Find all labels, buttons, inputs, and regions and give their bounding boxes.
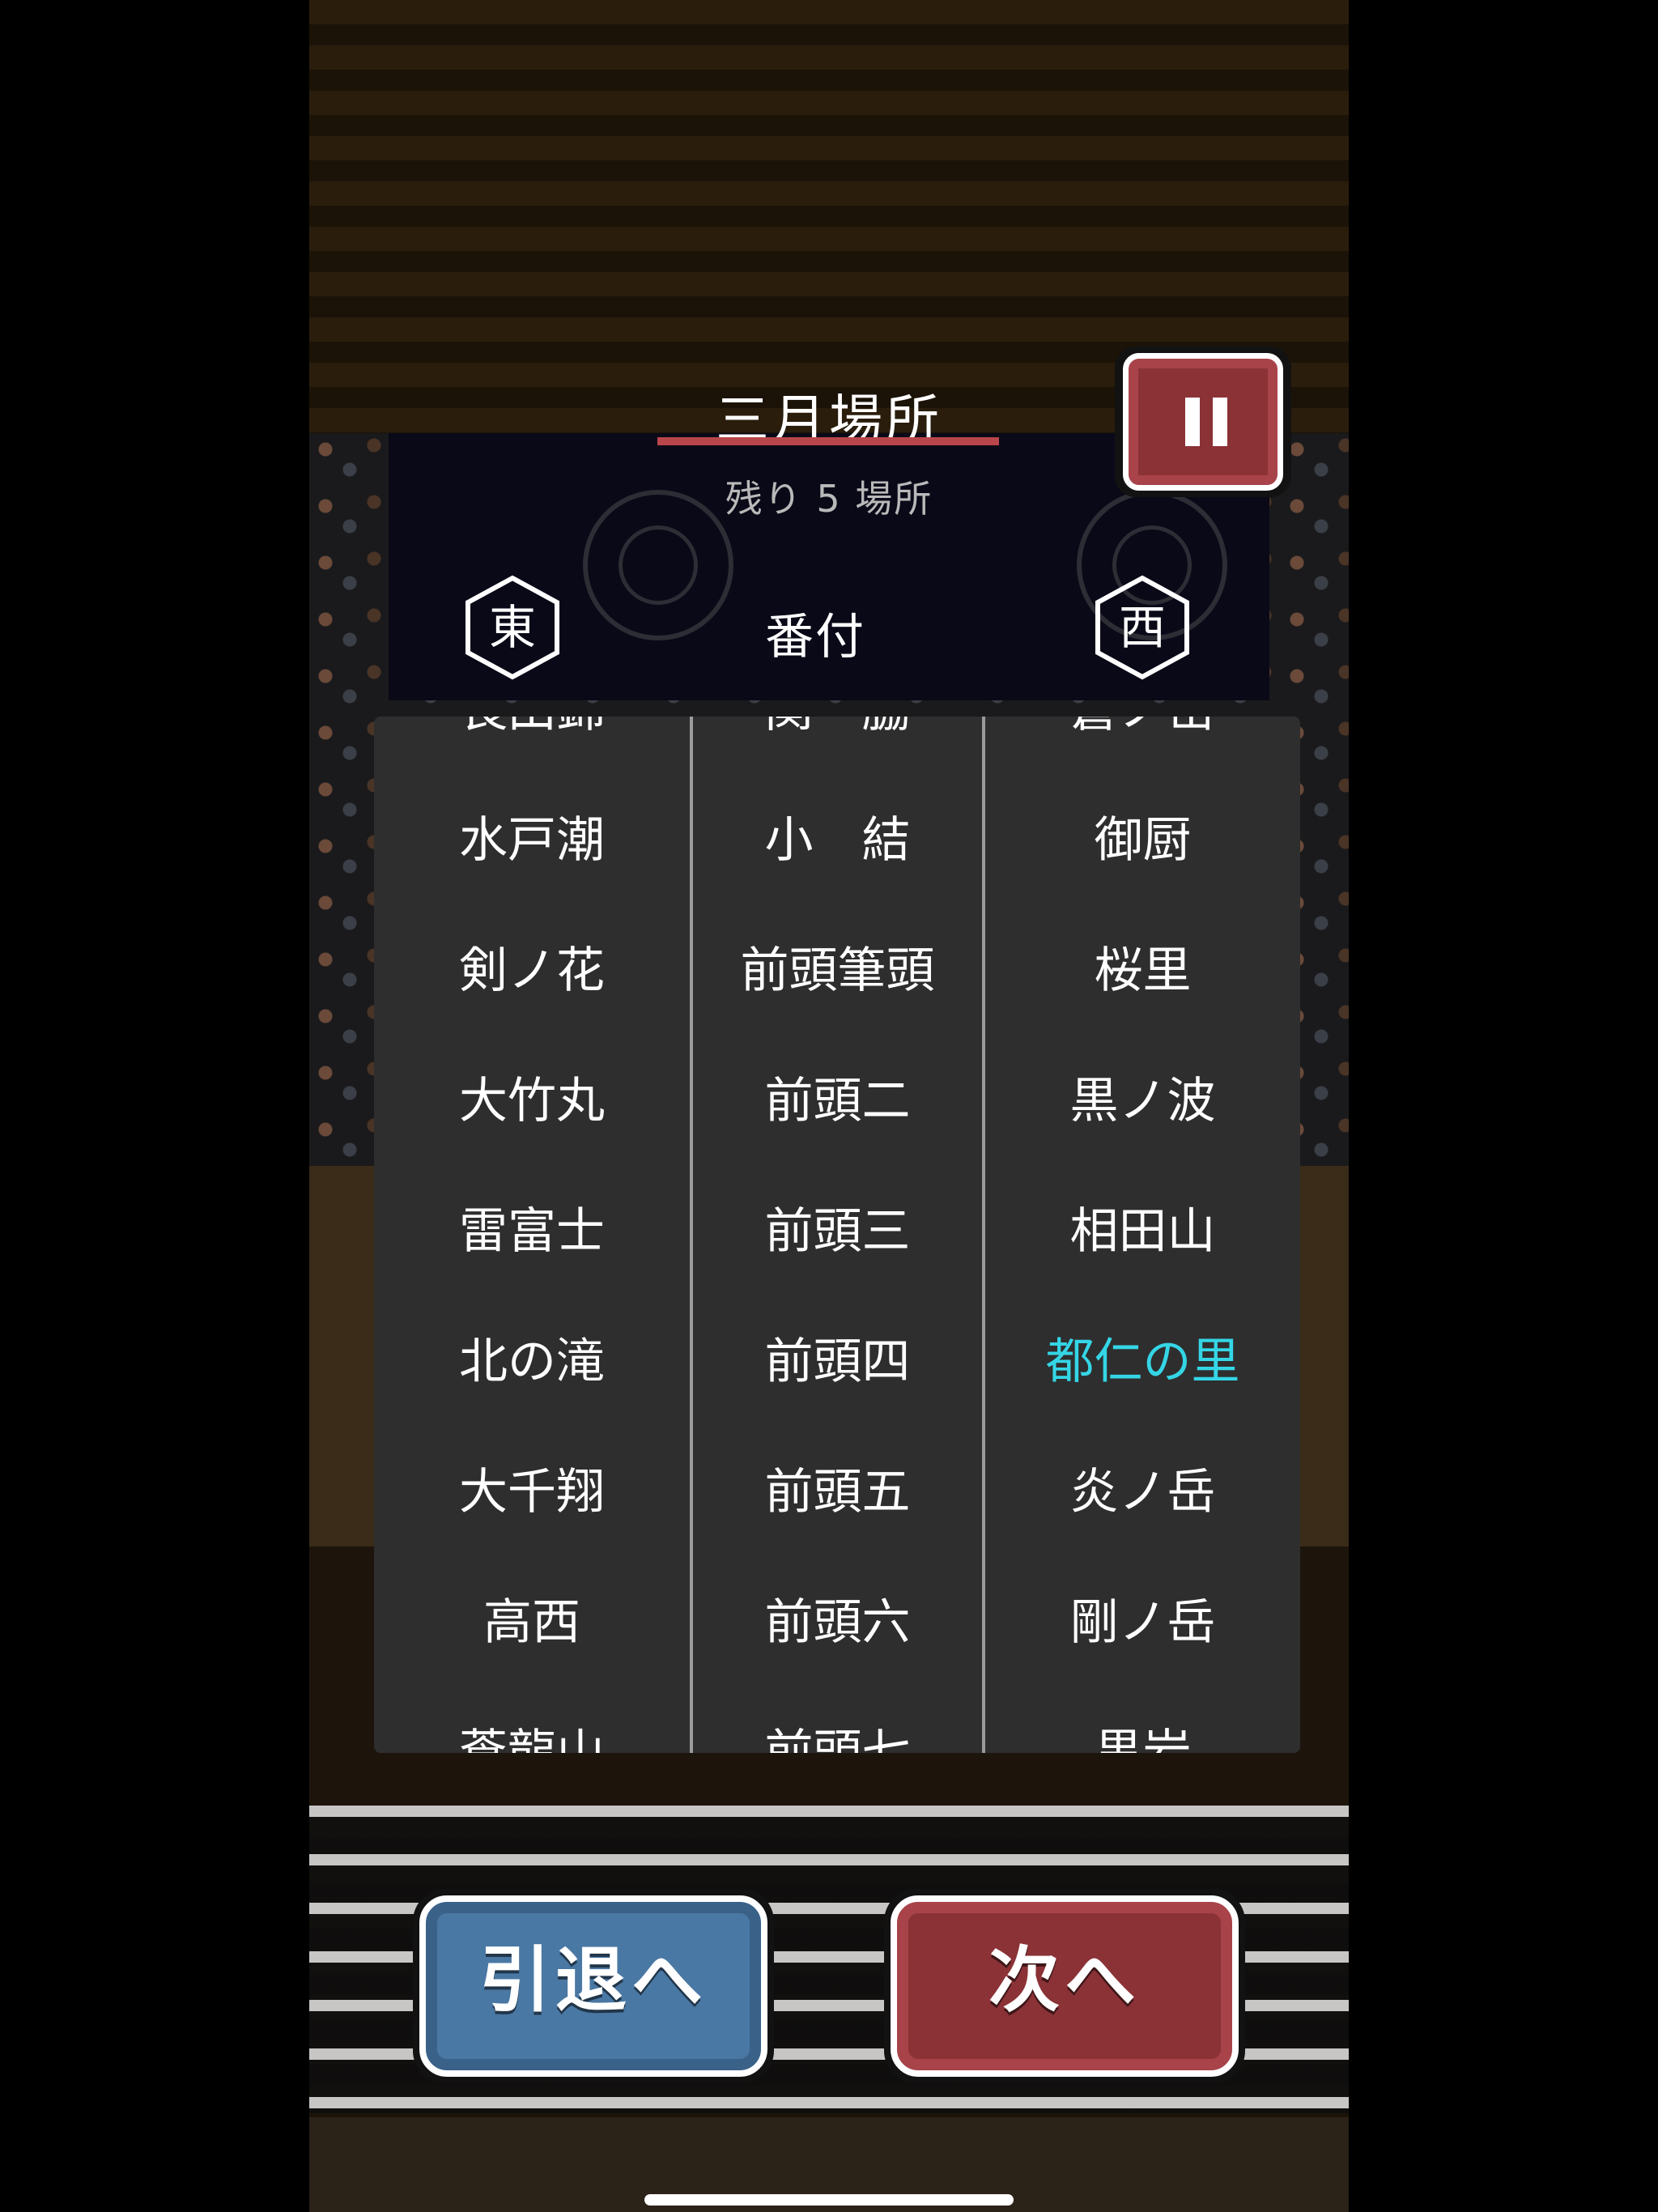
west-wrestler: 御厨 — [1094, 812, 1192, 869]
table-row: 大千翔 前頭五 炎ノ岳 — [374, 1427, 1300, 1558]
table-row: 雷富士 前頭三 相田山 — [374, 1167, 1300, 1297]
east-wrestler: 剣ノ花 — [459, 942, 605, 999]
banzuke-table[interactable]: 長田錦関 脇蒼ノ岳水戸潮小 結御厨剣ノ花前頭筆頭桜里大竹丸前頭二黒ノ波雷富士前頭… — [374, 717, 1300, 1753]
table-row: 蒼龍山 前頭七 黒岩 — [374, 1688, 1300, 1753]
rank-label: 前頭七 — [764, 1725, 911, 1753]
banzuke-rows: 長田錦関 脇蒼ノ岳水戸潮小 結御厨剣ノ花前頭筆頭桜里大竹丸前頭二黒ノ波雷富士前頭… — [374, 717, 1300, 1753]
rank-label: 前頭三 — [764, 1203, 911, 1260]
retire-button-label: 引退へ — [478, 1938, 708, 2022]
game-stage: 三月場所 残り 5 場所 東 西 番付 長田錦関 脇蒼ノ岳水戸潮小 結御厨剣ノ花… — [309, 0, 1349, 2212]
west-wrestler: 黒岩 — [1094, 1725, 1192, 1753]
table-row: 長田錦関 脇蒼ノ岳 — [374, 717, 1300, 776]
west-label: 西 — [1118, 600, 1166, 655]
column-divider — [982, 717, 985, 1753]
east-hexagon: 東 — [465, 575, 560, 680]
west-wrestler: 蒼ノ岳 — [985, 717, 1300, 776]
east-wrestler: 長田錦 — [374, 717, 690, 776]
home-indicator[interactable] — [644, 2194, 1014, 2206]
west-wrestler: 黒ノ波 — [1069, 1073, 1216, 1129]
rank-label: 前頭四 — [764, 1334, 911, 1390]
table-row: 北の滝 前頭四 都仁の里 — [374, 1297, 1300, 1427]
west-wrestler: 桜里 — [1094, 942, 1192, 999]
column-divider — [690, 717, 693, 1753]
table-row: 高西 前頭六 剛ノ岳 — [374, 1558, 1300, 1688]
east-wrestler: 大竹丸 — [459, 1073, 605, 1129]
rank-label: 前頭五 — [764, 1464, 911, 1521]
east-label: 東 — [488, 600, 536, 655]
east-wrestler: 蒼龍山 — [459, 1725, 605, 1753]
pause-icon — [1123, 353, 1283, 491]
rank-label: 前頭六 — [764, 1594, 911, 1651]
table-row: 剣ノ花 前頭筆頭 桜里 — [374, 906, 1300, 1036]
west-wrestler: 都仁の里 — [1045, 1334, 1240, 1390]
east-wrestler: 高西 — [483, 1594, 580, 1651]
banzuke-column-header: 番付 — [765, 609, 865, 666]
next-button[interactable]: 次へ — [884, 1889, 1245, 2083]
west-wrestler: 炎ノ岳 — [1069, 1464, 1216, 1521]
rank-label: 前頭筆頭 — [740, 942, 935, 999]
rank-label: 小 結 — [764, 812, 911, 869]
title-underline — [657, 437, 999, 445]
west-wrestler: 剛ノ岳 — [1069, 1594, 1216, 1651]
rank-label: 前頭二 — [764, 1073, 911, 1129]
east-wrestler: 水戸潮 — [459, 812, 605, 869]
east-wrestler: 雷富士 — [459, 1203, 605, 1260]
west-wrestler: 相田山 — [1069, 1203, 1216, 1260]
west-hexagon: 西 — [1095, 575, 1190, 680]
next-button-label: 次へ — [988, 1938, 1141, 2022]
east-wrestler: 大千翔 — [459, 1464, 605, 1521]
pause-button[interactable] — [1115, 347, 1291, 497]
table-row: 水戸潮 小 結 御厨 — [374, 776, 1300, 906]
east-wrestler: 北の滝 — [459, 1334, 605, 1390]
retire-button[interactable]: 引退へ — [413, 1889, 774, 2083]
rank-label: 関 脇 — [694, 717, 981, 776]
table-row: 大竹丸 前頭二 黒ノ波 — [374, 1036, 1300, 1167]
